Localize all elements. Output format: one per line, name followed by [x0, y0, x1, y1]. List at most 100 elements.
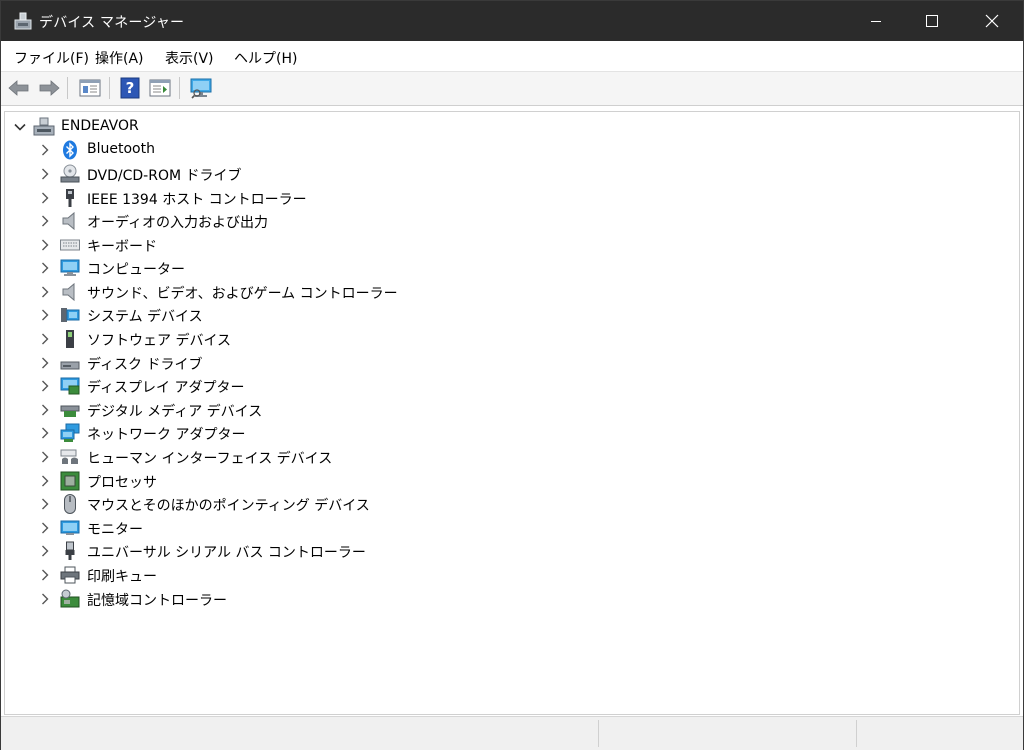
window-title: デバイス マネージャー [39, 15, 185, 31]
tree-item-label: ネットワーク アダプター [87, 427, 246, 443]
console-tree-icon [79, 79, 101, 97]
chevron-right-icon[interactable] [38, 191, 52, 205]
printer-icon [60, 566, 80, 584]
tree-item-system-devices[interactable]: システム デバイス [5, 304, 605, 326]
toolbar-separator [179, 77, 180, 99]
chevron-right-icon[interactable] [38, 521, 52, 535]
disk-drive-icon [60, 361, 80, 370]
minimize-button[interactable] [848, 1, 904, 41]
tree-item-label: デジタル メディア デバイス [87, 404, 263, 420]
action-pane-icon [149, 79, 171, 97]
help-button[interactable]: ? [118, 76, 142, 100]
tree-item-storage-controllers[interactable]: 記憶域コントローラー [5, 588, 605, 610]
tree-item-computer[interactable]: コンピューター [5, 257, 605, 279]
system-device-icon [61, 308, 80, 322]
action-pane-button[interactable] [148, 76, 172, 100]
tree-item-digital-media[interactable]: デジタル メディア デバイス [5, 399, 605, 421]
tree-item-sound-video-game[interactable]: サウンド、ビデオ、およびゲーム コントローラー [5, 281, 605, 303]
chevron-right-icon[interactable] [38, 308, 52, 322]
scan-hardware-button[interactable] [189, 76, 213, 100]
forward-button[interactable] [37, 76, 61, 100]
chevron-right-icon[interactable] [38, 474, 52, 488]
tree-item-label: ディスプレイ アダプター [87, 380, 245, 396]
sound-icon [62, 282, 75, 302]
chevron-right-icon[interactable] [38, 238, 52, 252]
tree-item-audio-io[interactable]: オーディオの入力および出力 [5, 210, 605, 232]
chevron-right-icon[interactable] [38, 450, 52, 464]
tree-item-label: マウスとそのほかのポインティング デバイス [87, 498, 370, 514]
tree-item-network-adapters[interactable]: ネットワーク アダプター [5, 422, 605, 444]
tree-item-label: IEEE 1394 ホスト コントローラー [87, 192, 307, 208]
processor-icon [60, 471, 80, 491]
chevron-right-icon[interactable] [38, 426, 52, 440]
close-icon [985, 14, 999, 28]
title-bar[interactable]: デバイス マネージャー [1, 1, 1023, 41]
tree-root[interactable]: ENDEAVOR [5, 116, 405, 138]
toolbar-separator [67, 77, 68, 99]
usb-icon [65, 541, 75, 560]
chevron-right-icon[interactable] [38, 544, 52, 558]
device-manager-window: デバイス マネージャー ファイル(F) 操作(A) 表示(V) ヘルプ(H) ?… [0, 0, 1024, 750]
chevron-right-icon[interactable] [38, 214, 52, 228]
status-bar [1, 716, 1023, 750]
menu-action[interactable]: 操作(A) [95, 48, 144, 68]
tree-item-dvd[interactable]: DVD/CD-ROM ドライブ [5, 163, 605, 185]
tree-item-label: ヒューマン インターフェイス デバイス [87, 451, 333, 467]
toolbar: ? [1, 72, 1023, 106]
tree-item-print-queues[interactable]: 印刷キュー [5, 564, 605, 586]
tree-item-keyboard[interactable]: キーボード [5, 234, 605, 256]
chevron-right-icon[interactable] [38, 167, 52, 181]
menu-help[interactable]: ヘルプ(H) [234, 48, 297, 68]
ieee1394-icon [66, 189, 74, 207]
computer-icon [60, 259, 80, 276]
tree-item-label: ディスク ドライブ [87, 357, 203, 373]
tree-item-processors[interactable]: プロセッサ [5, 470, 605, 492]
minimize-icon [871, 21, 881, 22]
chevron-right-icon[interactable] [38, 497, 52, 511]
chevron-right-icon[interactable] [38, 332, 52, 346]
tree-item-label: ソフトウェア デバイス [87, 333, 232, 349]
back-arrow-icon [8, 80, 29, 96]
tree-item-bluetooth[interactable]: Bluetooth [5, 139, 605, 161]
chevron-right-icon[interactable] [38, 592, 52, 606]
tree-item-label: 記憶域コントローラー [87, 593, 227, 609]
digital-media-icon [60, 405, 80, 417]
chevron-right-icon[interactable] [38, 261, 52, 275]
network-adapter-icon [60, 423, 80, 442]
tree-item-mouse[interactable]: マウスとそのほかのポインティング デバイス [5, 493, 605, 515]
chevron-right-icon[interactable] [38, 356, 52, 370]
chevron-right-icon[interactable] [38, 143, 52, 157]
chevron-right-icon[interactable] [38, 403, 52, 417]
tree-item-usb[interactable]: ユニバーサル シリアル バス コントローラー [5, 540, 605, 562]
help-icon: ? [120, 77, 140, 99]
menu-file[interactable]: ファイル(F) [14, 48, 89, 68]
console-tree-button[interactable] [78, 76, 102, 100]
tree-item-display-adapters[interactable]: ディスプレイ アダプター [5, 375, 605, 397]
chevron-down-icon[interactable] [13, 120, 27, 134]
tree-item-disk-drives[interactable]: ディスク ドライブ [5, 352, 605, 374]
chevron-right-icon[interactable] [38, 285, 52, 299]
bluetooth-icon [63, 140, 77, 160]
tree-item-label: 印刷キュー [87, 569, 157, 585]
status-divider [598, 720, 599, 747]
scan-hardware-icon [190, 78, 212, 99]
tree-item-hid[interactable]: ヒューマン インターフェイス デバイス [5, 446, 605, 468]
tree-item-label: システム デバイス [87, 309, 203, 325]
chevron-right-icon[interactable] [38, 568, 52, 582]
device-tree[interactable]: ENDEAVOR Bluetooth DVD/CD-ROM ドライブ IEEE … [4, 111, 1020, 715]
tree-item-software-devices[interactable]: ソフトウェア デバイス [5, 328, 605, 350]
storage-controller-icon [60, 589, 80, 608]
tree-item-monitors[interactable]: モニター [5, 517, 605, 539]
back-button[interactable] [7, 76, 31, 100]
speaker-icon [62, 211, 75, 231]
chevron-right-icon[interactable] [38, 379, 52, 393]
close-button[interactable] [964, 1, 1020, 41]
menu-view[interactable]: 表示(V) [165, 48, 214, 68]
maximize-button[interactable] [904, 1, 960, 41]
tree-item-label: モニター [87, 522, 143, 538]
tree-item-label: プロセッサ [87, 475, 157, 491]
status-divider [856, 720, 857, 747]
tree-item-ieee1394[interactable]: IEEE 1394 ホスト コントローラー [5, 187, 605, 209]
monitor-icon [60, 520, 80, 535]
mouse-icon [64, 494, 76, 514]
